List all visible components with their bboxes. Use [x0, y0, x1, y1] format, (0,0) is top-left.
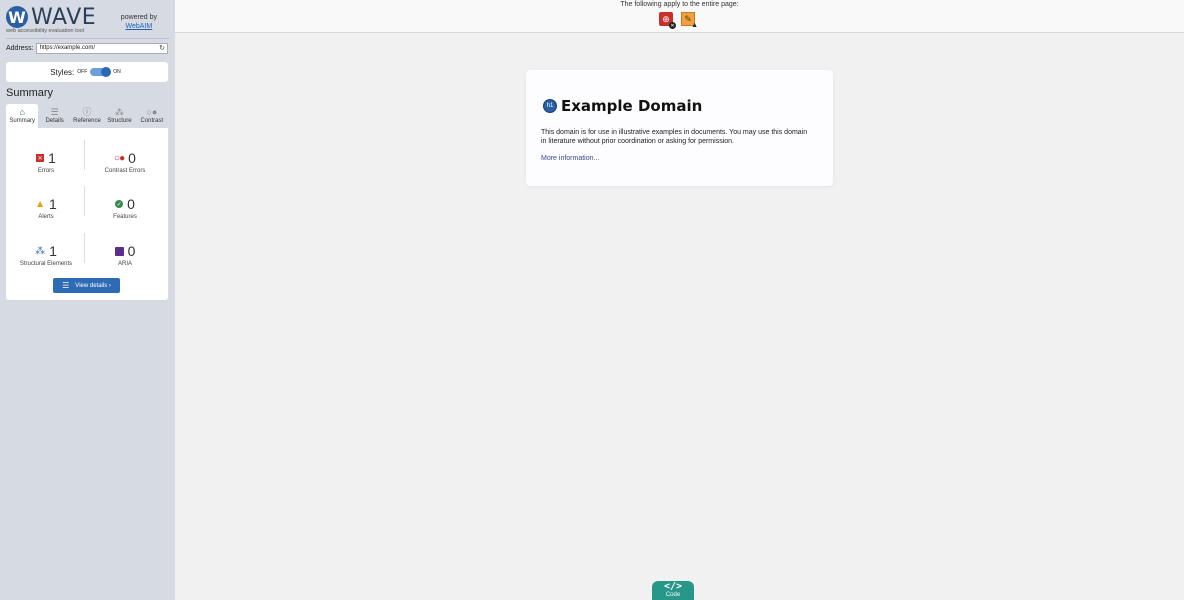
summary-title: Summary	[6, 87, 54, 99]
address-value: https://example.com/	[39, 44, 95, 51]
aria-label: ARIA	[117, 261, 132, 267]
stat-contrast-errors[interactable]: ○● 0 Contrast Errors	[86, 150, 164, 174]
errors-count: 1	[48, 150, 56, 166]
errors-label: Errors	[37, 168, 55, 174]
stat-errors[interactable]: ✕ 1 Errors	[7, 150, 85, 174]
info-icon: ⓘ	[82, 107, 92, 117]
structural-label: Structural Elements	[19, 261, 73, 267]
description-paragraph: This domain is for use in illustrative e…	[541, 129, 808, 145]
styles-toggle-row: Styles: OFF ON	[6, 62, 168, 82]
wave-logo-icon: W	[6, 6, 28, 28]
stat-aria[interactable]: 0 ARIA	[86, 243, 164, 267]
address-row: Address: https://example.com/ ↻	[6, 42, 168, 54]
tab-summary-label: Summary	[9, 118, 36, 124]
list-icon: ☰	[50, 107, 59, 117]
alerts-label: Alerts	[38, 214, 54, 220]
tab-contrast-label: Contrast	[140, 118, 164, 124]
features-label: Features	[113, 214, 137, 220]
powered-by: powered by WebAIM	[121, 13, 157, 31]
styles-label: Styles:	[50, 67, 75, 77]
list-icon: ☰	[62, 281, 70, 290]
wave-sidebar: W WAVE web accessibility evaluation tool…	[0, 0, 175, 600]
tab-details-label: Details	[45, 118, 64, 124]
tab-details[interactable]: ☰ Details	[38, 104, 70, 128]
aria-icon	[114, 246, 124, 256]
tab-structure[interactable]: ⁂ Structure	[103, 104, 135, 128]
address-label: Address:	[6, 44, 34, 52]
wave-logo-text: WAVE	[31, 5, 97, 30]
aria-count: 0	[127, 243, 136, 259]
styles-toggle[interactable]	[90, 67, 112, 77]
page-heading: Example Domain	[561, 97, 703, 115]
contrast-icon: ○●	[146, 107, 158, 117]
example-domain-card: h1 Example Domain This domain is for use…	[526, 70, 833, 186]
stat-features[interactable]: ✓ 0 Features	[86, 196, 164, 220]
styles-on-label: ON	[113, 69, 121, 75]
contrast-errors-label: Contrast Errors	[104, 168, 146, 174]
h1-structure-icon[interactable]: h1	[543, 99, 557, 113]
stat-structural-elements[interactable]: ⁂ 1 Structural Elements	[7, 243, 85, 267]
alert-icon: ▲	[35, 198, 46, 210]
panel-tabs: ⌂ Summary ☰ Details ⓘ Reference ⁂ Struct…	[6, 104, 168, 128]
home-icon: ⌂	[19, 107, 25, 117]
features-count: 0	[127, 196, 135, 212]
tab-summary[interactable]: ⌂ Summary	[6, 104, 39, 128]
wave-tagline: web accessibility evaluation tool	[6, 28, 84, 34]
contrast-error-icon: ○●	[114, 152, 125, 164]
alerts-count: 1	[49, 196, 57, 212]
powered-by-text: powered by	[120, 14, 157, 21]
summary-panel: ⌂ Summary ☰ Details ⓘ Reference ⁂ Struct…	[6, 104, 168, 300]
error-badge-icon: ✕	[669, 22, 676, 29]
tab-structure-label: Structure	[107, 118, 132, 124]
reload-icon[interactable]: ↻	[159, 44, 165, 53]
logo-row: W WAVE web accessibility evaluation tool…	[6, 0, 169, 39]
page-level-icons: ⊕ ✕ ✎ ▲	[659, 12, 698, 29]
page-level-banner: The following apply to the entire page: …	[175, 0, 1184, 33]
more-information-link[interactable]: More information...	[541, 155, 599, 162]
alert-badge-icon: ▲	[691, 22, 698, 29]
styles-off-label: OFF	[77, 69, 88, 75]
webaim-link[interactable]: WebAIM	[126, 23, 153, 30]
stat-alerts[interactable]: ▲ 1 Alerts	[7, 196, 85, 220]
code-button[interactable]: </> Code	[652, 581, 694, 600]
heading-row: h1 Example Domain	[543, 97, 702, 115]
tab-contrast[interactable]: ○● Contrast	[136, 104, 168, 128]
code-icon: </>	[663, 581, 683, 592]
structure-icon: ⁂	[114, 107, 124, 117]
page-level-text: The following apply to the entire page:	[620, 1, 739, 8]
code-label: Code	[665, 592, 681, 598]
view-details-button[interactable]: ☰ View details ›	[53, 278, 120, 293]
summary-body: ✕ 1 Errors ○● 0 Contrast Errors ▲ 1 Alerts …	[6, 128, 168, 300]
error-icon: ✕	[36, 154, 45, 162]
address-input[interactable]: https://example.com/ ↻	[35, 42, 168, 54]
language-missing-icon[interactable]: ⊕ ✕	[659, 12, 676, 29]
feature-icon: ✓	[115, 200, 124, 208]
tab-reference-label: Reference	[73, 118, 101, 124]
view-details-label: View details ›	[75, 282, 111, 289]
contrast-errors-count: 0	[128, 150, 136, 166]
structural-count: 1	[49, 243, 57, 259]
structure-icon: ⁂	[35, 245, 46, 257]
tab-reference[interactable]: ⓘ Reference	[71, 104, 103, 128]
toggle-knob	[101, 67, 112, 77]
missing-title-icon[interactable]: ✎ ▲	[681, 12, 698, 29]
